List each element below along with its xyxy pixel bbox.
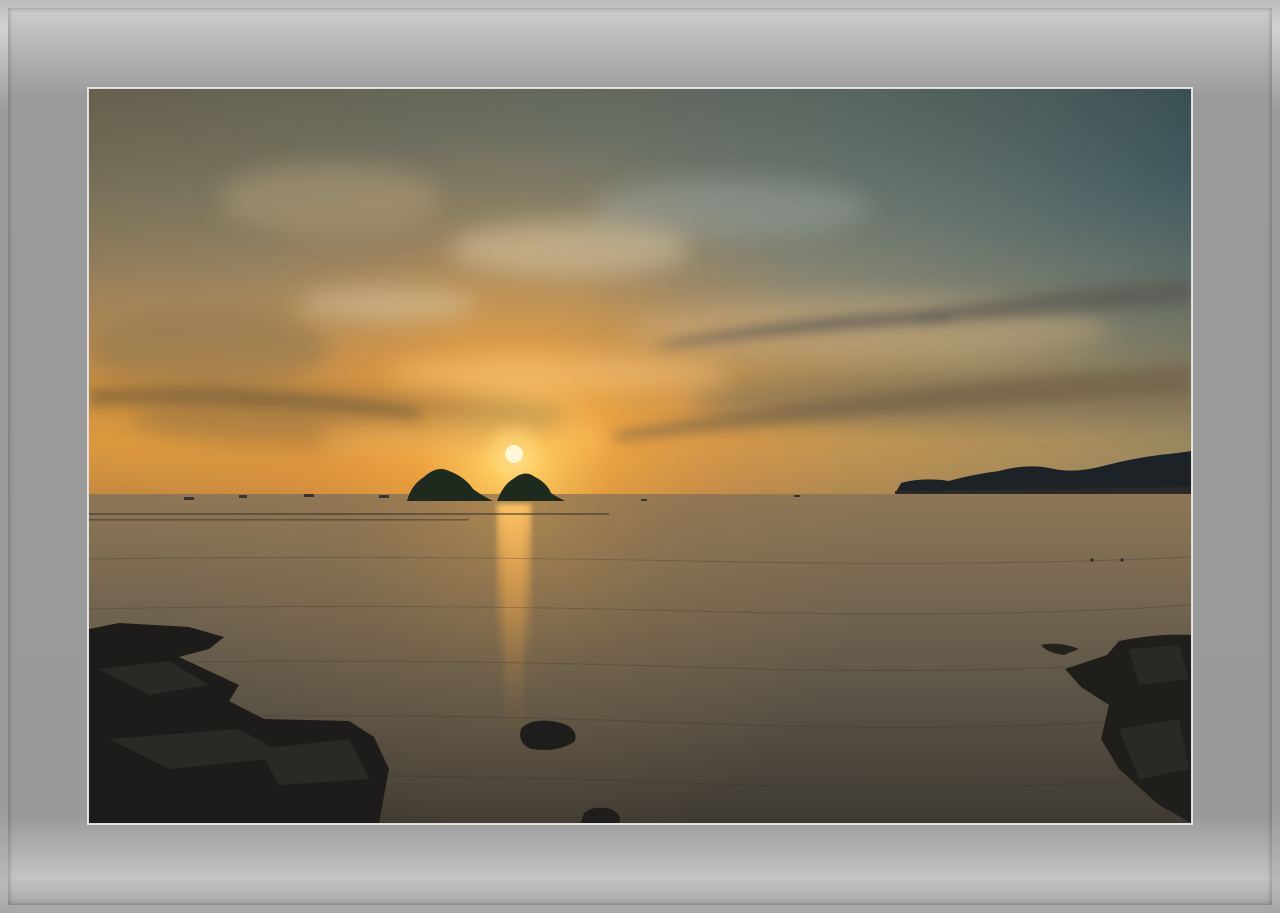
sun	[505, 445, 523, 463]
sunset-scene-svg	[89, 89, 1191, 823]
sunset-photo	[89, 89, 1191, 823]
